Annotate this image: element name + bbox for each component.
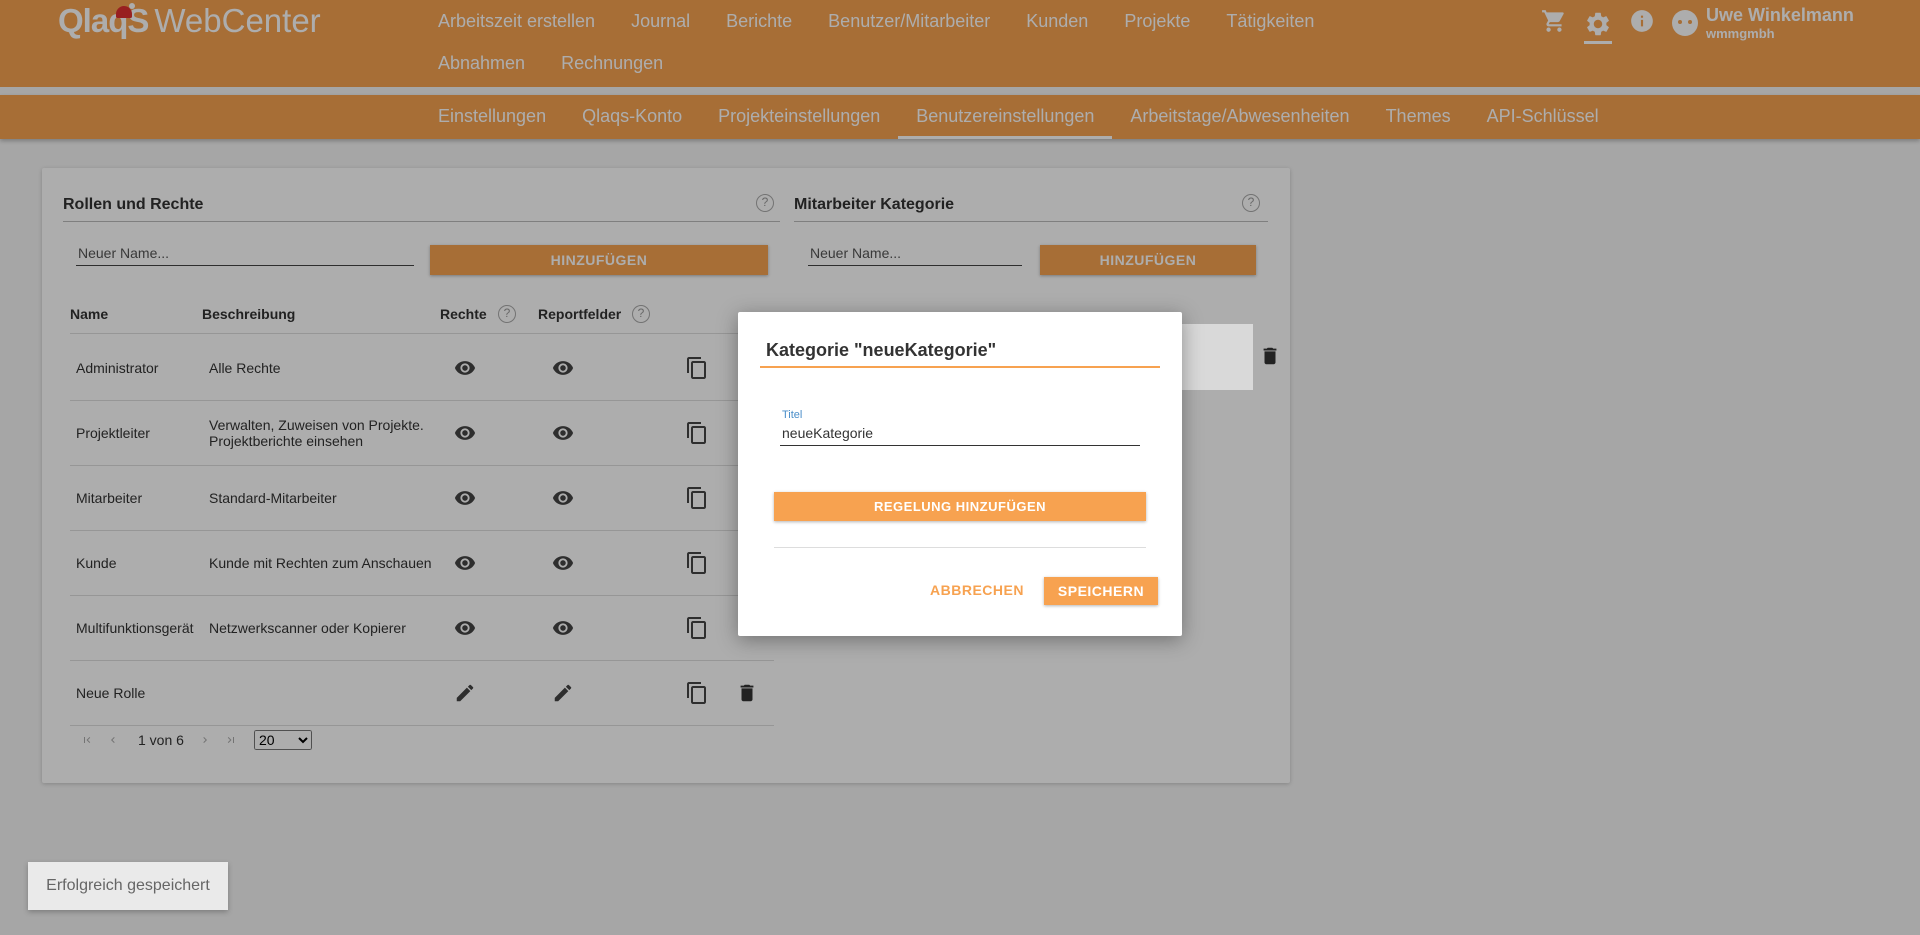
success-toast: Erfolgreich gespeichert xyxy=(28,862,228,910)
dialog-title-underline xyxy=(760,366,1160,368)
category-dialog: Kategorie "neueKategorie" Titel REGELUNG… xyxy=(738,312,1182,636)
add-rule-button[interactable]: REGELUNG HINZUFÜGEN xyxy=(774,492,1146,521)
cancel-button[interactable]: ABBRECHEN xyxy=(930,582,1024,598)
title-field-label: Titel xyxy=(782,409,803,421)
dialog-title: Kategorie "neueKategorie" xyxy=(766,340,997,360)
dialog-divider xyxy=(774,547,1146,548)
save-button[interactable]: SPEICHERN xyxy=(1044,577,1158,605)
title-field[interactable] xyxy=(780,421,1140,446)
